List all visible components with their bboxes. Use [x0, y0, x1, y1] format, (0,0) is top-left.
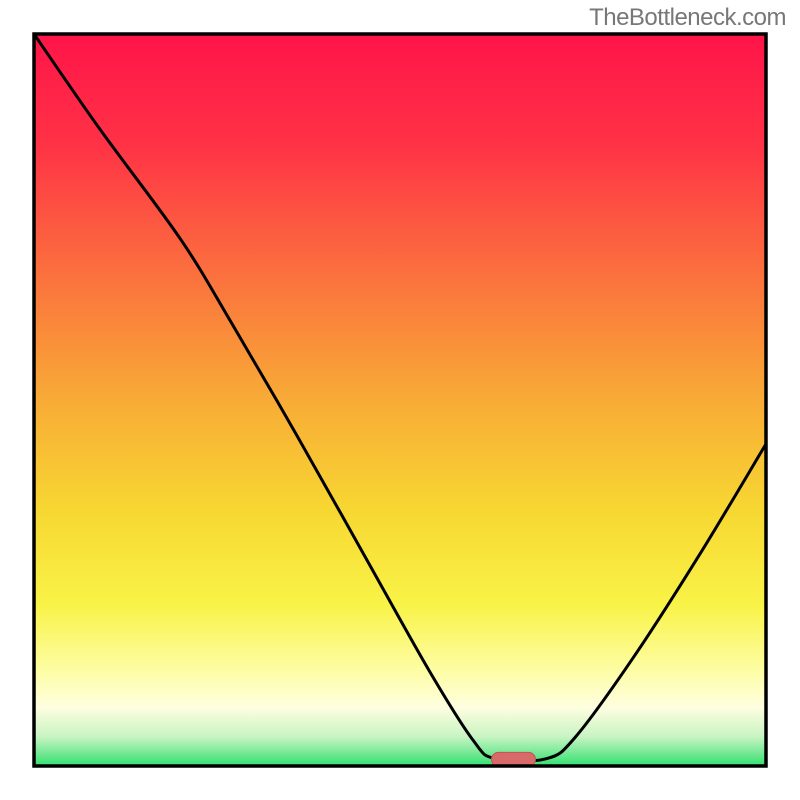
chart-svg — [0, 0, 800, 800]
plot-background — [34, 34, 766, 766]
watermark-text: TheBottleneck.com — [589, 4, 786, 32]
